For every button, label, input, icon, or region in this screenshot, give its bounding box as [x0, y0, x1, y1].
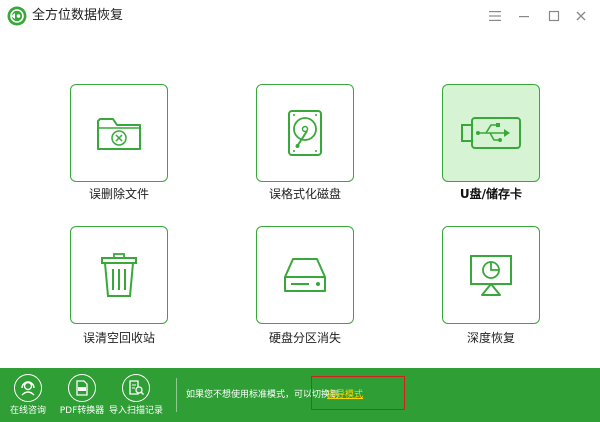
pdf-converter-label: PDF转换器 — [59, 406, 105, 416]
tile-lost-partition[interactable] — [256, 226, 354, 324]
import-scan-record-label: 导入扫描记录 — [108, 406, 163, 416]
app-window: 全方位数据恢复 误删除文件 误格式化磁盘 U盘/储存卡 误清空回收站 硬盘分区消… — [0, 0, 600, 422]
footer-bar: 在线咨询 PDF转换器 导入扫描记录 如果您不想使用标准模式，可以切换到 向导模… — [0, 368, 600, 422]
tile-label-usb-card: U盘/储存卡 — [459, 187, 523, 201]
deleted-folder-icon — [97, 118, 141, 150]
tile-label-formatted-disk: 误格式化磁盘 — [268, 187, 341, 201]
minimize-icon — [519, 16, 529, 18]
online-consult-label: 在线咨询 — [9, 406, 46, 416]
minimize-button[interactable] — [514, 6, 534, 26]
close-button[interactable] — [571, 6, 591, 26]
highlight-box — [311, 376, 405, 410]
hard-disk-icon — [288, 110, 322, 156]
title-bar: 全方位数据恢复 — [0, 0, 600, 32]
maximize-icon — [548, 10, 560, 22]
tile-label-deleted-files: 误删除文件 — [88, 187, 149, 201]
pdf-converter-button[interactable]: PDF转换器 — [52, 374, 112, 417]
menu-button[interactable] — [485, 6, 505, 26]
recycle-bin-icon — [101, 253, 137, 297]
app-title: 全方位数据恢复 — [32, 8, 124, 23]
usb-drive-icon — [461, 117, 521, 149]
import-record-icon — [122, 374, 150, 402]
menu-icon — [489, 11, 501, 21]
footer-divider — [176, 378, 177, 412]
close-icon — [576, 11, 586, 21]
tile-recycle-bin[interactable] — [70, 226, 168, 324]
headset-icon — [14, 374, 42, 402]
tile-deep-recovery[interactable] — [442, 226, 540, 324]
online-consult-button[interactable]: 在线咨询 — [0, 374, 58, 417]
deep-recovery-icon — [470, 255, 512, 296]
tile-label-recycle-bin: 误清空回收站 — [82, 331, 155, 345]
maximize-button[interactable] — [544, 6, 564, 26]
pdf-icon — [68, 374, 96, 402]
tile-usb-card[interactable] — [442, 84, 540, 182]
tile-label-lost-partition: 硬盘分区消失 — [268, 331, 341, 345]
tile-formatted-disk[interactable] — [256, 84, 354, 182]
tile-deleted-files[interactable] — [70, 84, 168, 182]
recovery-logo-icon — [7, 6, 27, 26]
import-scan-record-button[interactable]: 导入扫描记录 — [106, 374, 166, 417]
drive-partition-icon — [284, 258, 326, 292]
tile-label-deep-recovery: 深度恢复 — [466, 331, 515, 345]
